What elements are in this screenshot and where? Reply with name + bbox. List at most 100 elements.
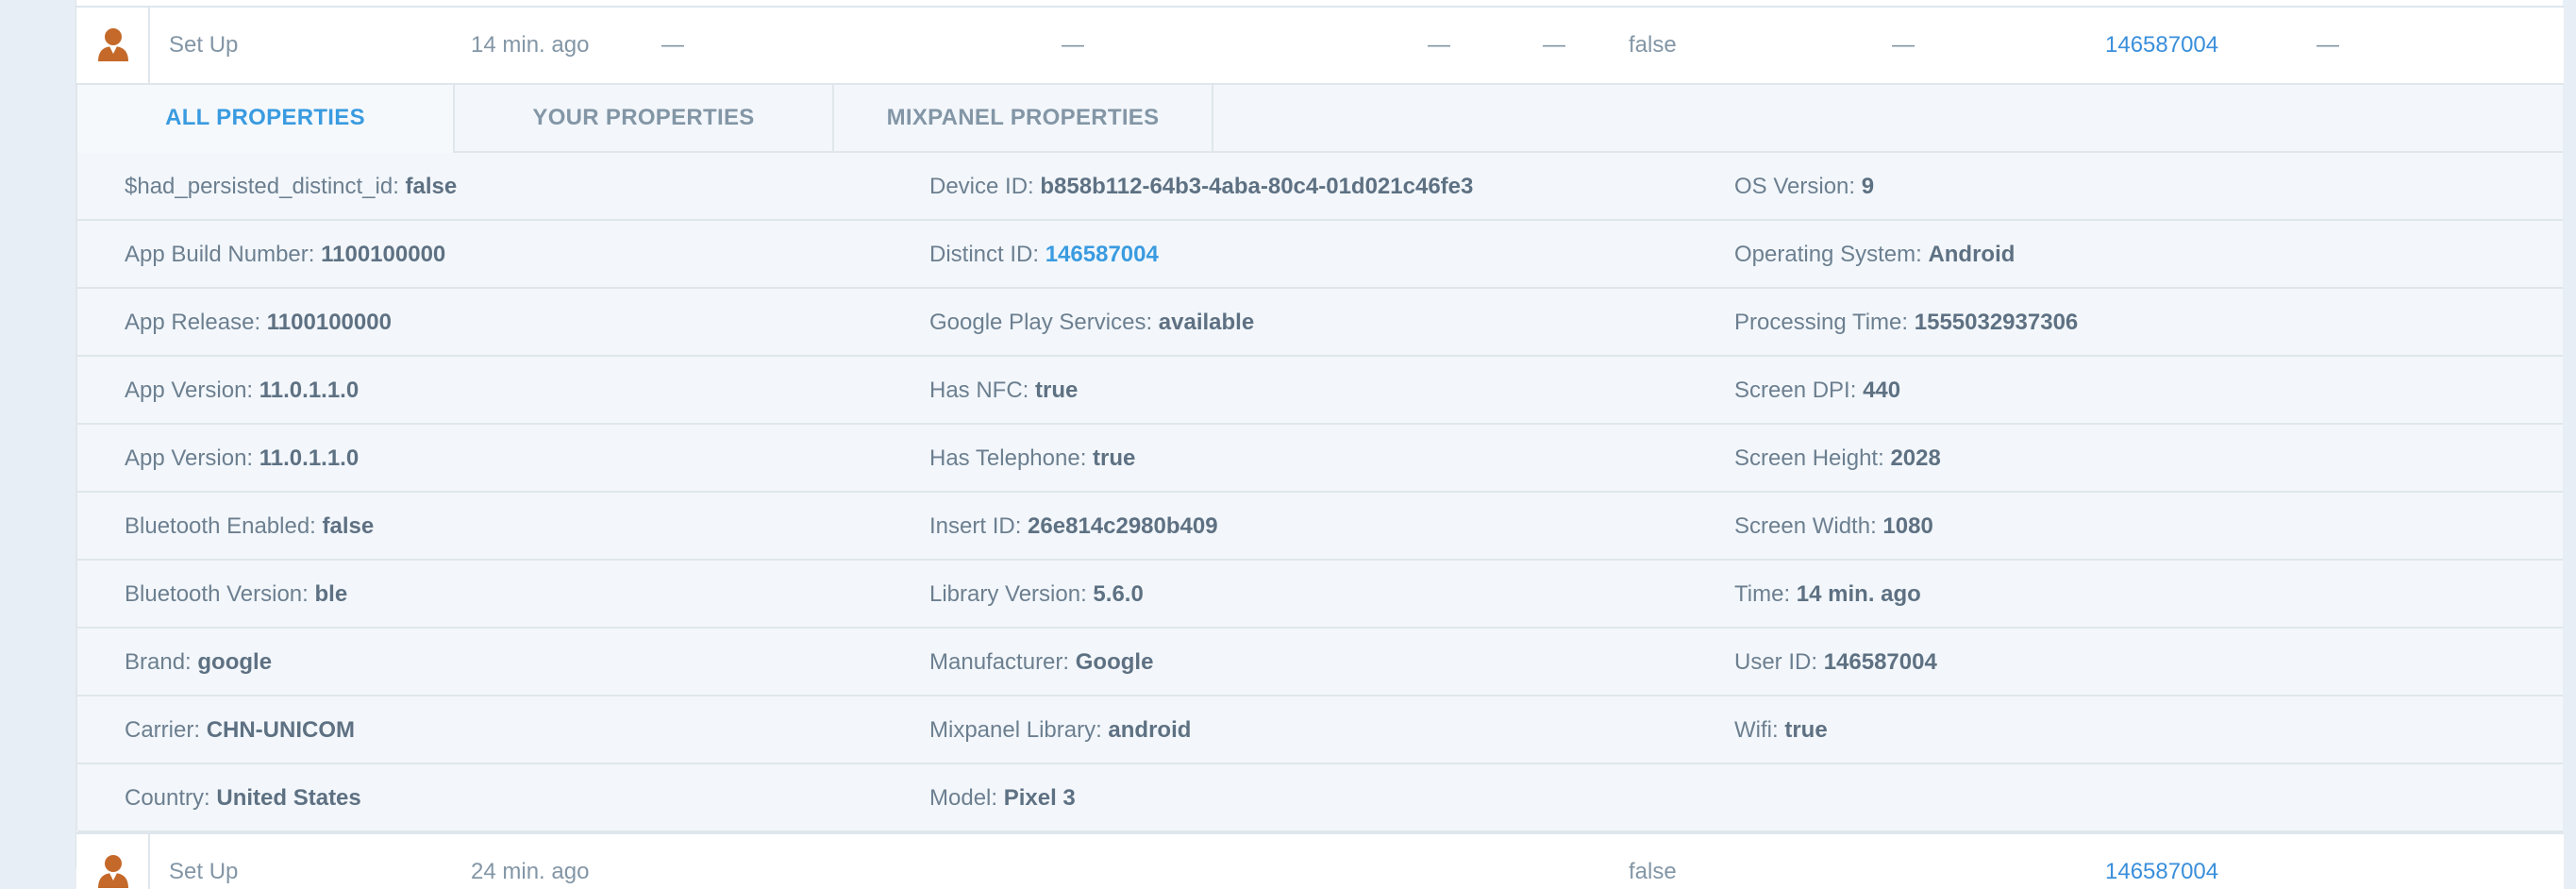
property-separator: : <box>1870 513 1883 539</box>
property-item: Manufacturer: Google <box>929 649 1153 676</box>
property-value: 1080 <box>1882 513 1933 539</box>
property-item: Processing Time: 1555032937306 <box>1734 310 2078 336</box>
property-item: Distinct ID: 146587004 <box>929 242 1159 268</box>
property-value: 2028 <box>1890 445 1941 471</box>
property-key: $had_persisted_distinct_id <box>125 174 393 199</box>
tab-all-properties[interactable]: ALL PROPERTIES <box>77 85 455 153</box>
property-separator: : <box>1079 445 1094 471</box>
property-separator: : <box>302 581 315 607</box>
property-key: App Build Number <box>125 242 309 267</box>
property-value: United States <box>216 785 361 811</box>
property-item: Bluetooth Enabled: false <box>125 513 374 540</box>
distinct-id-link[interactable]: 146587004 <box>2105 32 2218 59</box>
property-separator: : <box>1014 513 1029 539</box>
property-separator: : <box>1901 310 1915 335</box>
property-value: 26e814c2980b409 <box>1028 513 1218 539</box>
property-separator: : <box>1028 174 1041 199</box>
property-value: 5.6.0 <box>1093 581 1144 607</box>
property-item: Operating System: Android <box>1734 242 2015 268</box>
property-value: CHN-UNICOM <box>206 717 355 743</box>
property-row: Bluetooth Version: ble Library Version: 5… <box>77 561 2563 629</box>
property-item: Google Play Services: available <box>929 310 1254 336</box>
property-separator: : <box>246 445 259 471</box>
property-separator: : <box>1096 717 1109 743</box>
property-item: App Build Number: 1100100000 <box>125 242 445 268</box>
property-value: true <box>1784 717 1828 743</box>
property-value-link[interactable]: 146587004 <box>1045 242 1159 267</box>
property-key: Carrier <box>125 717 194 743</box>
property-separator: : <box>309 513 323 539</box>
property-item: Has NFC: true <box>929 377 1078 404</box>
property-item: User ID: 146587004 <box>1734 649 1937 676</box>
property-separator: : <box>193 717 207 743</box>
property-item: Mixpanel Library: android <box>929 717 1191 744</box>
property-item: Screen Height: 2028 <box>1734 445 1941 472</box>
property-row: Bluetooth Enabled: false Insert ID: 26e81… <box>77 493 2563 561</box>
property-value: b858b112-64b3-4aba-80c4-01d021c46fe3 <box>1040 174 1474 199</box>
property-item: OS Version: 9 <box>1734 174 1874 200</box>
property-separator: : <box>1848 174 1862 199</box>
property-key: App Release <box>125 310 255 335</box>
property-separator: : <box>1811 649 1824 675</box>
property-key: Library Version <box>929 581 1081 607</box>
property-item: $had_persisted_distinct_id: false <box>125 174 457 200</box>
event-cell: — <box>1062 32 1084 58</box>
property-key: Wifi <box>1734 717 1772 743</box>
property-key: Screen Width <box>1734 513 1871 539</box>
property-separator: : <box>1146 310 1159 335</box>
event-properties-panel: ALL PROPERTIES YOUR PROPERTIES MIXPANEL … <box>75 85 2563 832</box>
property-separator: : <box>1771 717 1785 743</box>
user-icon <box>98 855 128 888</box>
property-key: Google Play Services <box>929 310 1146 335</box>
property-row: App Build Number: 1100100000 Distinct ID:… <box>77 221 2563 289</box>
event-name: Set Up <box>169 859 239 884</box>
property-row: Country: United States Model: Pixel 3 <box>77 764 2563 832</box>
property-item: Country: United States <box>125 785 361 812</box>
event-row[interactable]: Set Up 24 min. ago false 146587004 <box>76 832 2564 889</box>
property-item: Carrier: CHN-UNICOM <box>125 717 355 744</box>
event-row[interactable]: Set Up 14 min. ago — — — — false — 14658… <box>76 6 2564 85</box>
event-cell: — <box>1892 32 1915 58</box>
property-key: Processing Time <box>1734 310 1902 335</box>
property-key: Bluetooth Enabled <box>125 513 310 539</box>
property-item: App Release: 1100100000 <box>125 310 392 336</box>
property-item: Library Version: 5.6.0 <box>929 581 1144 608</box>
property-value: false <box>322 513 375 539</box>
event-cell: — <box>1543 32 1565 58</box>
avatar <box>76 834 150 889</box>
property-row: App Version: 11.0.1.1.0 Has NFC: true Scre… <box>77 357 2563 425</box>
event-cell: false <box>1629 32 1677 58</box>
property-separator: : <box>1062 649 1076 675</box>
property-separator: : <box>246 377 259 403</box>
property-item: Wifi: true <box>1734 717 1828 744</box>
event-cell: — <box>2317 32 2339 58</box>
property-item: Device ID: b858b112-64b3-4aba-80c4-01d02… <box>929 174 1473 200</box>
property-value: 11.0.1.1.0 <box>259 445 360 471</box>
property-item: Has Telephone: true <box>929 445 1135 472</box>
property-value: 1555032937306 <box>1914 310 2079 335</box>
tab-your-properties[interactable]: YOUR PROPERTIES <box>455 85 834 153</box>
property-separator: : <box>1783 581 1797 607</box>
event-time: 14 min. ago <box>471 32 590 58</box>
avatar <box>76 8 150 83</box>
property-value: Android <box>1928 242 2016 267</box>
property-item: App Version: 11.0.1.1.0 <box>125 445 359 472</box>
property-value: 1100100000 <box>266 310 392 335</box>
property-row: App Release: 1100100000 Google Play Servi… <box>77 289 2563 357</box>
event-cell: — <box>661 32 684 58</box>
property-key: Has NFC <box>929 377 1023 403</box>
property-item: App Version: 11.0.1.1.0 <box>125 377 359 404</box>
property-key: OS Version <box>1734 174 1849 199</box>
property-separator: : <box>1915 242 1929 267</box>
distinct-id-link[interactable]: 146587004 <box>2105 859 2218 885</box>
property-value: true <box>1035 377 1079 403</box>
property-item: Screen DPI: 440 <box>1734 377 1900 404</box>
property-row: Carrier: CHN-UNICOM Mixpanel Library: and… <box>77 696 2563 764</box>
event-name: Set Up <box>169 32 239 58</box>
property-separator: : <box>204 785 217 811</box>
tab-mixpanel-properties[interactable]: MIXPANEL PROPERTIES <box>834 85 1213 153</box>
property-row: $had_persisted_distinct_id: false Device … <box>77 153 2563 221</box>
property-key: Manufacturer <box>929 649 1063 675</box>
property-key: Brand <box>125 649 186 675</box>
property-key: Device ID <box>929 174 1029 199</box>
